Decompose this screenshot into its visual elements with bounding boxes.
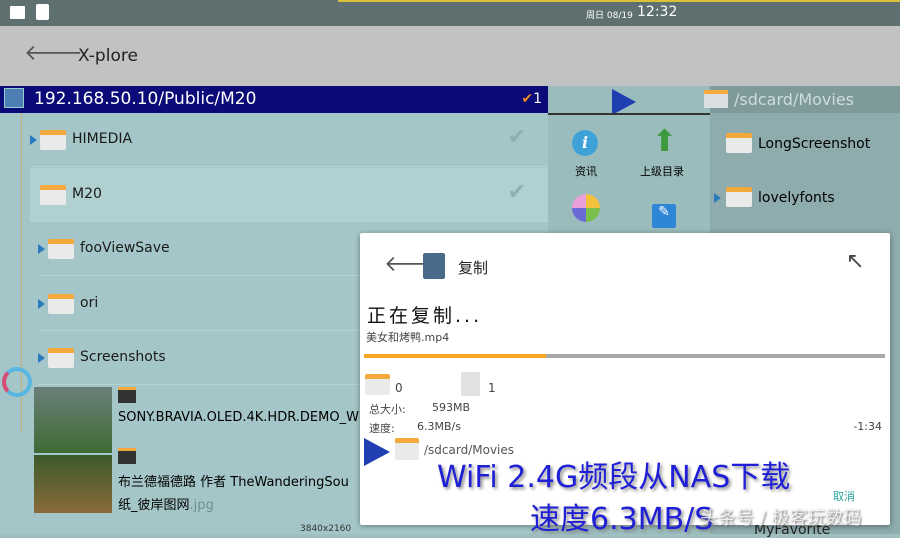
video-file-icon — [118, 387, 136, 403]
copy-filename: 美女和烤鸭.mp4 — [366, 331, 450, 344]
notification-line — [338, 0, 900, 2]
network-drive-icon — [4, 88, 24, 108]
movies-folder-icon — [704, 90, 728, 108]
speed-label: 速度: — [369, 422, 395, 435]
copy-direction-arrow-icon — [612, 89, 636, 115]
speed-value: 6.3MB/s — [417, 420, 461, 433]
parent-folder-button[interactable]: 上级目录 — [640, 163, 684, 179]
file-count: 1 — [488, 381, 496, 395]
cancel-button[interactable]: 取消 — [833, 488, 855, 504]
status-bar: 周日 08/19 12:32 — [0, 0, 900, 26]
destination-folder-icon — [395, 438, 419, 460]
copy-progress-bar — [364, 354, 885, 358]
app-title: X-plore — [78, 46, 138, 66]
copy-heading: 正在复制... — [367, 305, 483, 327]
folder-row[interactable]: LongScreenshot — [726, 133, 870, 153]
file-name-line2: 纸_彼岸图网.jpg — [118, 498, 214, 513]
copy-icon — [423, 253, 445, 279]
file-name[interactable]: SONY.BRAVIA.OLED.4K.HDR.DEMO_Whale — [118, 410, 387, 425]
info-icon[interactable]: i — [572, 130, 598, 156]
file-count-icon — [461, 372, 480, 396]
up-arrow-icon[interactable]: ⬆ — [652, 124, 677, 159]
file-name[interactable]: 布兰德福德路 作者 TheWanderingSou — [118, 471, 349, 490]
folder-count-icon — [365, 374, 390, 395]
image-thumbnail[interactable] — [34, 455, 112, 513]
time-remaining: -1:34 — [853, 420, 882, 433]
resolution: 3840x2160 — [300, 524, 352, 534]
edit-icon[interactable]: ✎ — [652, 204, 676, 228]
caption-line2: 速度6.3MB/S — [530, 502, 714, 537]
watermark: 头条号 / 极客玩数码 — [700, 508, 862, 529]
app-toolbar: 🡐 X-plore — [0, 26, 900, 86]
folder-row[interactable]: lovelyfonts — [714, 187, 835, 207]
image-file-icon — [118, 448, 136, 464]
caption-line1: WiFi 2.4G频段从NAS下载 — [437, 460, 791, 495]
status-time: 12:32 — [637, 4, 678, 20]
image-icon — [10, 6, 25, 19]
info-button[interactable]: 资讯 — [575, 163, 597, 179]
disk-usage-icon[interactable] — [572, 194, 600, 222]
file-icon — [36, 4, 49, 20]
right-path: /sdcard/Movies — [734, 90, 855, 109]
left-path: 192.168.50.10/Public/M20 — [34, 89, 257, 109]
video-thumbnail[interactable] — [34, 387, 112, 453]
total-size-label: 总大小: — [369, 403, 406, 416]
status-date: 周日 08/19 — [586, 11, 633, 21]
minimize-icon[interactable]: ↖ — [846, 249, 864, 274]
folder-row[interactable]: M20 ✔ — [30, 168, 548, 222]
total-size: 593MB — [432, 401, 471, 414]
folder-row[interactable]: HIMEDIA ✔ — [30, 113, 548, 167]
back-button[interactable]: 🡐 — [24, 40, 83, 66]
left-path-bar[interactable]: 192.168.50.10/Public/M20 ✔1 — [0, 86, 548, 113]
right-path-bar[interactable]: /sdcard/Movies — [704, 86, 900, 113]
loading-ring-icon — [2, 367, 32, 397]
dialog-title: 复制 — [458, 259, 489, 277]
destination-arrow-icon — [364, 438, 390, 466]
folder-count: 0 — [395, 381, 403, 395]
selected-count: ✔1 — [521, 91, 542, 107]
